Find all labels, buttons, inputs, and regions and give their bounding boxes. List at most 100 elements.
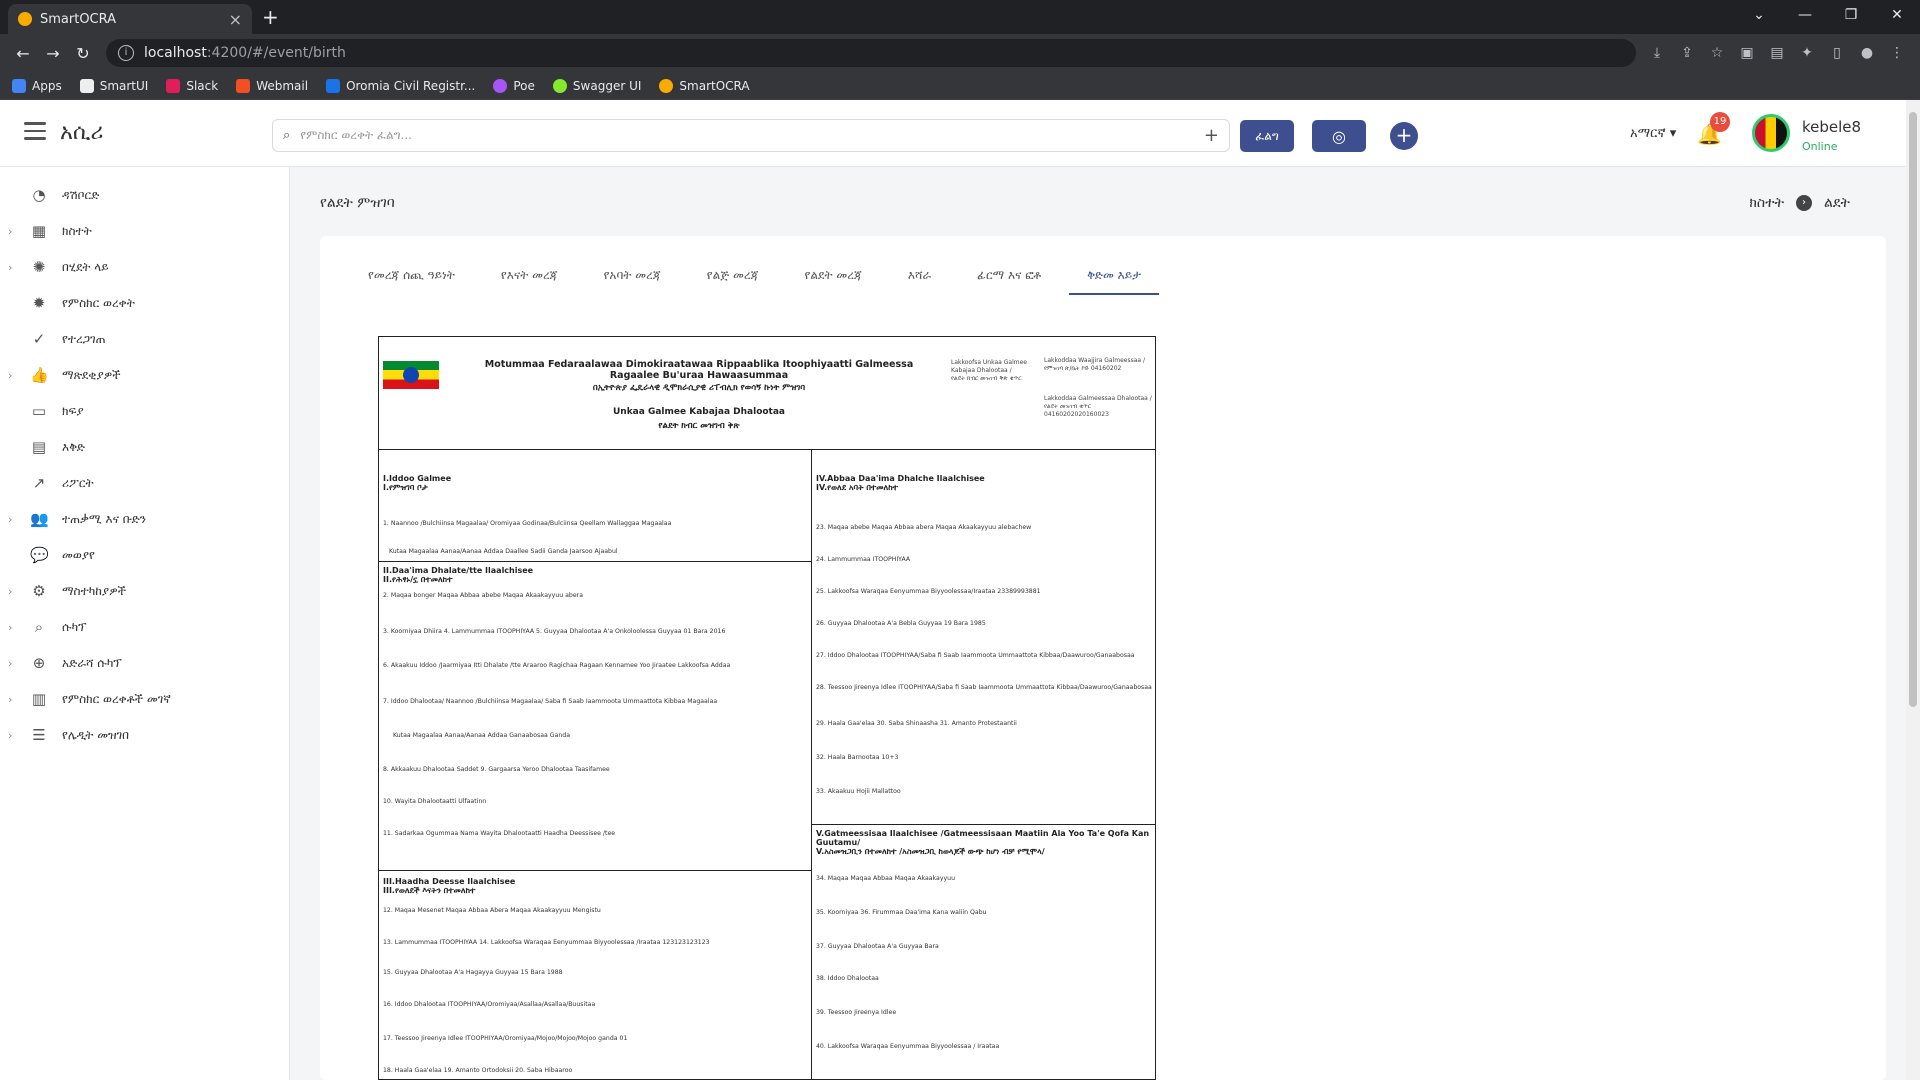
sidebar-item-dashboard[interactable]: ◔ ዳሽቦርድ <box>0 177 289 213</box>
section-registrant: V.Gatmeessisaa Ilaalchisee /Gatmeessisaa… <box>812 825 1155 1079</box>
bookmark-smartocra[interactable]: SmartOCRA <box>659 78 750 93</box>
tab-birth-info[interactable]: የልደት መረጃ <box>786 258 879 295</box>
spinner-icon: ✺ <box>32 258 46 276</box>
form-line: 15. Guyyaa Dhalootaa A'a Hagayya Guyyaa … <box>383 969 563 976</box>
url-field[interactable]: i localhost:4200/#/event/birth <box>106 39 1636 67</box>
section-registration-place: I.Iddoo Galmee I.የምዝገባ ቦታ 1. Naannoo /Bu… <box>379 470 811 562</box>
smartocra-icon <box>659 78 674 93</box>
back-icon[interactable]: ← <box>8 44 38 63</box>
sidebar-item-birth-registry[interactable]: › ☰ የሌዲት መዝገበ <box>0 717 289 753</box>
section-child: II.Daa'ima Dhalate/tte Ilaalchisee II.የሕ… <box>379 562 811 871</box>
profile-icon[interactable]: ● <box>1852 45 1882 61</box>
form-line: 39. Teessoo Jireenya Idlee <box>816 1009 897 1016</box>
url-path: :4200/#/event/birth <box>206 45 346 61</box>
sidebar-item-certificate[interactable]: ✹ የምስክር ወረቀት <box>0 285 289 321</box>
apps-grid-icon <box>12 78 26 93</box>
user-status: Online <box>1802 140 1838 153</box>
sidebar-item-event[interactable]: › ▦ ክስተት <box>0 213 289 249</box>
address-bar: ← → ↻ i localhost:4200/#/event/birth ⤓ ⇪… <box>0 34 1920 72</box>
close-tab-icon[interactable]: × <box>229 10 242 29</box>
tab-title: SmartOCRA <box>40 11 117 27</box>
tab-preview[interactable]: ቅድመ እይታ <box>1069 258 1160 295</box>
language-select[interactable]: አማርኛ ▾ <box>1630 126 1676 141</box>
browser-tab[interactable]: SmartOCRA × <box>8 4 252 34</box>
bookmark-poe[interactable]: Poe <box>493 78 535 93</box>
sidebar-item-settings[interactable]: › ⚙ ማስተካከያዎች <box>0 573 289 609</box>
close-window-icon[interactable]: ✕ <box>1874 0 1920 30</box>
bookmark-star-icon[interactable]: ☆ <box>1702 45 1732 61</box>
bookmark-apps[interactable]: Apps <box>12 78 62 93</box>
zoom-icon: ⌕ <box>34 618 44 636</box>
puzzle-icon[interactable]: ✦ <box>1792 45 1822 61</box>
page-scrollbar[interactable] <box>1906 100 1920 1080</box>
section-father: IV.Abbaa Daa'ima Dhalche Ilaalchisee IV.… <box>812 470 1155 825</box>
section-title: I.Iddoo Galmee I.የምዝገባ ቦታ <box>383 474 452 492</box>
tab-father-info[interactable]: የአባት መረጃ <box>586 258 679 295</box>
restore-icon[interactable]: ❐ <box>1828 0 1874 30</box>
sidebar-item-chat[interactable]: 💬 መወያየ <box>0 537 289 573</box>
user-name: kebele8 <box>1802 118 1862 136</box>
extension-icon[interactable]: ▤ <box>1762 45 1792 61</box>
sidepanel-icon[interactable]: ▯ <box>1822 45 1852 61</box>
site-info-icon[interactable]: i <box>118 45 134 61</box>
section-title: V.Gatmeessisaa Ilaalchisee /Gatmeessisaa… <box>816 829 1150 856</box>
bookmark-swagger[interactable]: Swagger UI <box>552 78 641 93</box>
share-icon[interactable]: ⇪ <box>1672 45 1702 61</box>
minimize-icon[interactable]: — <box>1782 0 1828 30</box>
breadcrumb: ክስተት › ልደት <box>1749 195 1850 211</box>
sidebar-item-address-lookup[interactable]: › ⊕ አድራሻ ሱካፕ <box>0 645 289 681</box>
scrollbar-thumb[interactable] <box>1909 112 1917 707</box>
form-line: 26. Guyyaa Dhalootaa A'a Bebla Guyyaa 19… <box>816 620 986 627</box>
reload-icon[interactable]: ↻ <box>68 44 98 63</box>
tab-search-icon[interactable]: ⌄ <box>1736 0 1782 30</box>
sidebar-item-report[interactable]: ↗ ሪፖርት <box>0 465 289 501</box>
install-icon[interactable]: ⤓ <box>1642 45 1672 61</box>
form-line: 7. Iddoo Dhalootaa/ Naannoo /Bulchiinsa … <box>383 698 718 705</box>
smartocra-favicon-icon <box>18 12 32 26</box>
search-button[interactable]: ፈልግ <box>1240 120 1294 152</box>
breadcrumb-event[interactable]: ክስተት <box>1749 195 1784 211</box>
sidebar-item-in-progress[interactable]: › ✺ በሂደት ላይ <box>0 249 289 285</box>
bookmark-slack[interactable]: Slack <box>166 78 218 93</box>
sidebar-item-verified[interactable]: ✓ የተረጋገጠ <box>0 321 289 357</box>
bookmark-webmail[interactable]: Webmail <box>236 78 308 93</box>
tab-informant-type[interactable]: የመረጃ ሰጪ ዓይነት <box>350 258 473 295</box>
calendar-icon: ▦ <box>31 222 47 240</box>
sidebar-item-approvals[interactable]: › 👍 ማጽደቂያዎች <box>0 357 289 393</box>
search-input[interactable]: ⌕ የምስክር ወረቀት ፈልግ... + <box>272 119 1230 152</box>
add-filter-icon[interactable]: + <box>1204 125 1219 146</box>
menu-icon[interactable]: ⋮ <box>1882 45 1912 61</box>
sidebar-item-plan[interactable]: ▤ እቅድ <box>0 429 289 465</box>
forward-icon[interactable]: → <box>38 44 68 63</box>
extension-fi-icon[interactable]: ▣ <box>1732 45 1762 61</box>
sidebar-item-certificate-archive[interactable]: › ▥ የምስክር ወረቀቶች መገኛ <box>0 681 289 717</box>
office-code: Lakkoddaa Waajjira Galmeessaa / የምዝገባ ጽ/… <box>1044 357 1146 372</box>
form-line: 10. Wayita Dhalootaatti Ulfaatinn <box>383 798 487 805</box>
certificate-icon: ✹ <box>32 294 46 312</box>
url-host: localhost <box>144 45 207 61</box>
new-tab-icon[interactable]: + <box>262 5 279 29</box>
tab-fingerprint[interactable]: እሻራ <box>890 258 949 295</box>
bookmark-smartui[interactable]: SmartUI <box>79 78 148 93</box>
birth-registration-form-preview: Motummaa Fedaraalawaa Dimokiraatawaa Rip… <box>378 336 1156 1080</box>
hamburger-menu-icon[interactable] <box>24 122 46 145</box>
sidebar-item-payment[interactable]: ▭ ክፍያ <box>0 393 289 429</box>
tab-signature-photo[interactable]: ፊርማ እና ፎቶ <box>959 258 1059 295</box>
form-title-amharic: በኢትዮጵያ ፌዴራላዊ ዲሞክራሲያዊ ሪፐብሊክ የወሳኝ ኩነት ምዝገባ <box>592 383 806 393</box>
tab-child-info[interactable]: የልጅ መረጃ <box>689 258 777 295</box>
form-line: 24. Lammummaa ITOOPHIYAA <box>816 556 911 563</box>
section-title: IV.Abbaa Daa'ima Dhalche Ilaalchisee IV.… <box>816 474 985 492</box>
bookmark-oromia[interactable]: Oromia Civil Registr... <box>326 78 475 93</box>
add-button[interactable]: + <box>1390 122 1418 150</box>
form-line: 33. Akaakuu Hojii Mallattoo <box>816 788 901 795</box>
avatar[interactable] <box>1752 114 1790 152</box>
chevron-right-icon: › <box>8 692 13 706</box>
credit-card-icon: ▭ <box>31 402 47 420</box>
section-mother: III.Haadha Deesse Ilaalchisee III.የወለደች … <box>379 873 811 1079</box>
sidebar-item-lookup[interactable]: › ⌕ ሱካፕ <box>0 609 289 645</box>
form-line: 29. Haala Gaa'elaa 30. Saba Shinaasha 31… <box>816 720 1017 727</box>
sidebar-item-users[interactable]: › 👥 ተጠቃሚ እና ቡድን <box>0 501 289 537</box>
form-line: 35. Koorniyaa 36. Firummaa Daa'ima Kana … <box>816 909 987 916</box>
fingerprint-button[interactable]: ◎ <box>1312 120 1366 152</box>
tab-mother-info[interactable]: የእናት መረጃ <box>483 258 576 295</box>
